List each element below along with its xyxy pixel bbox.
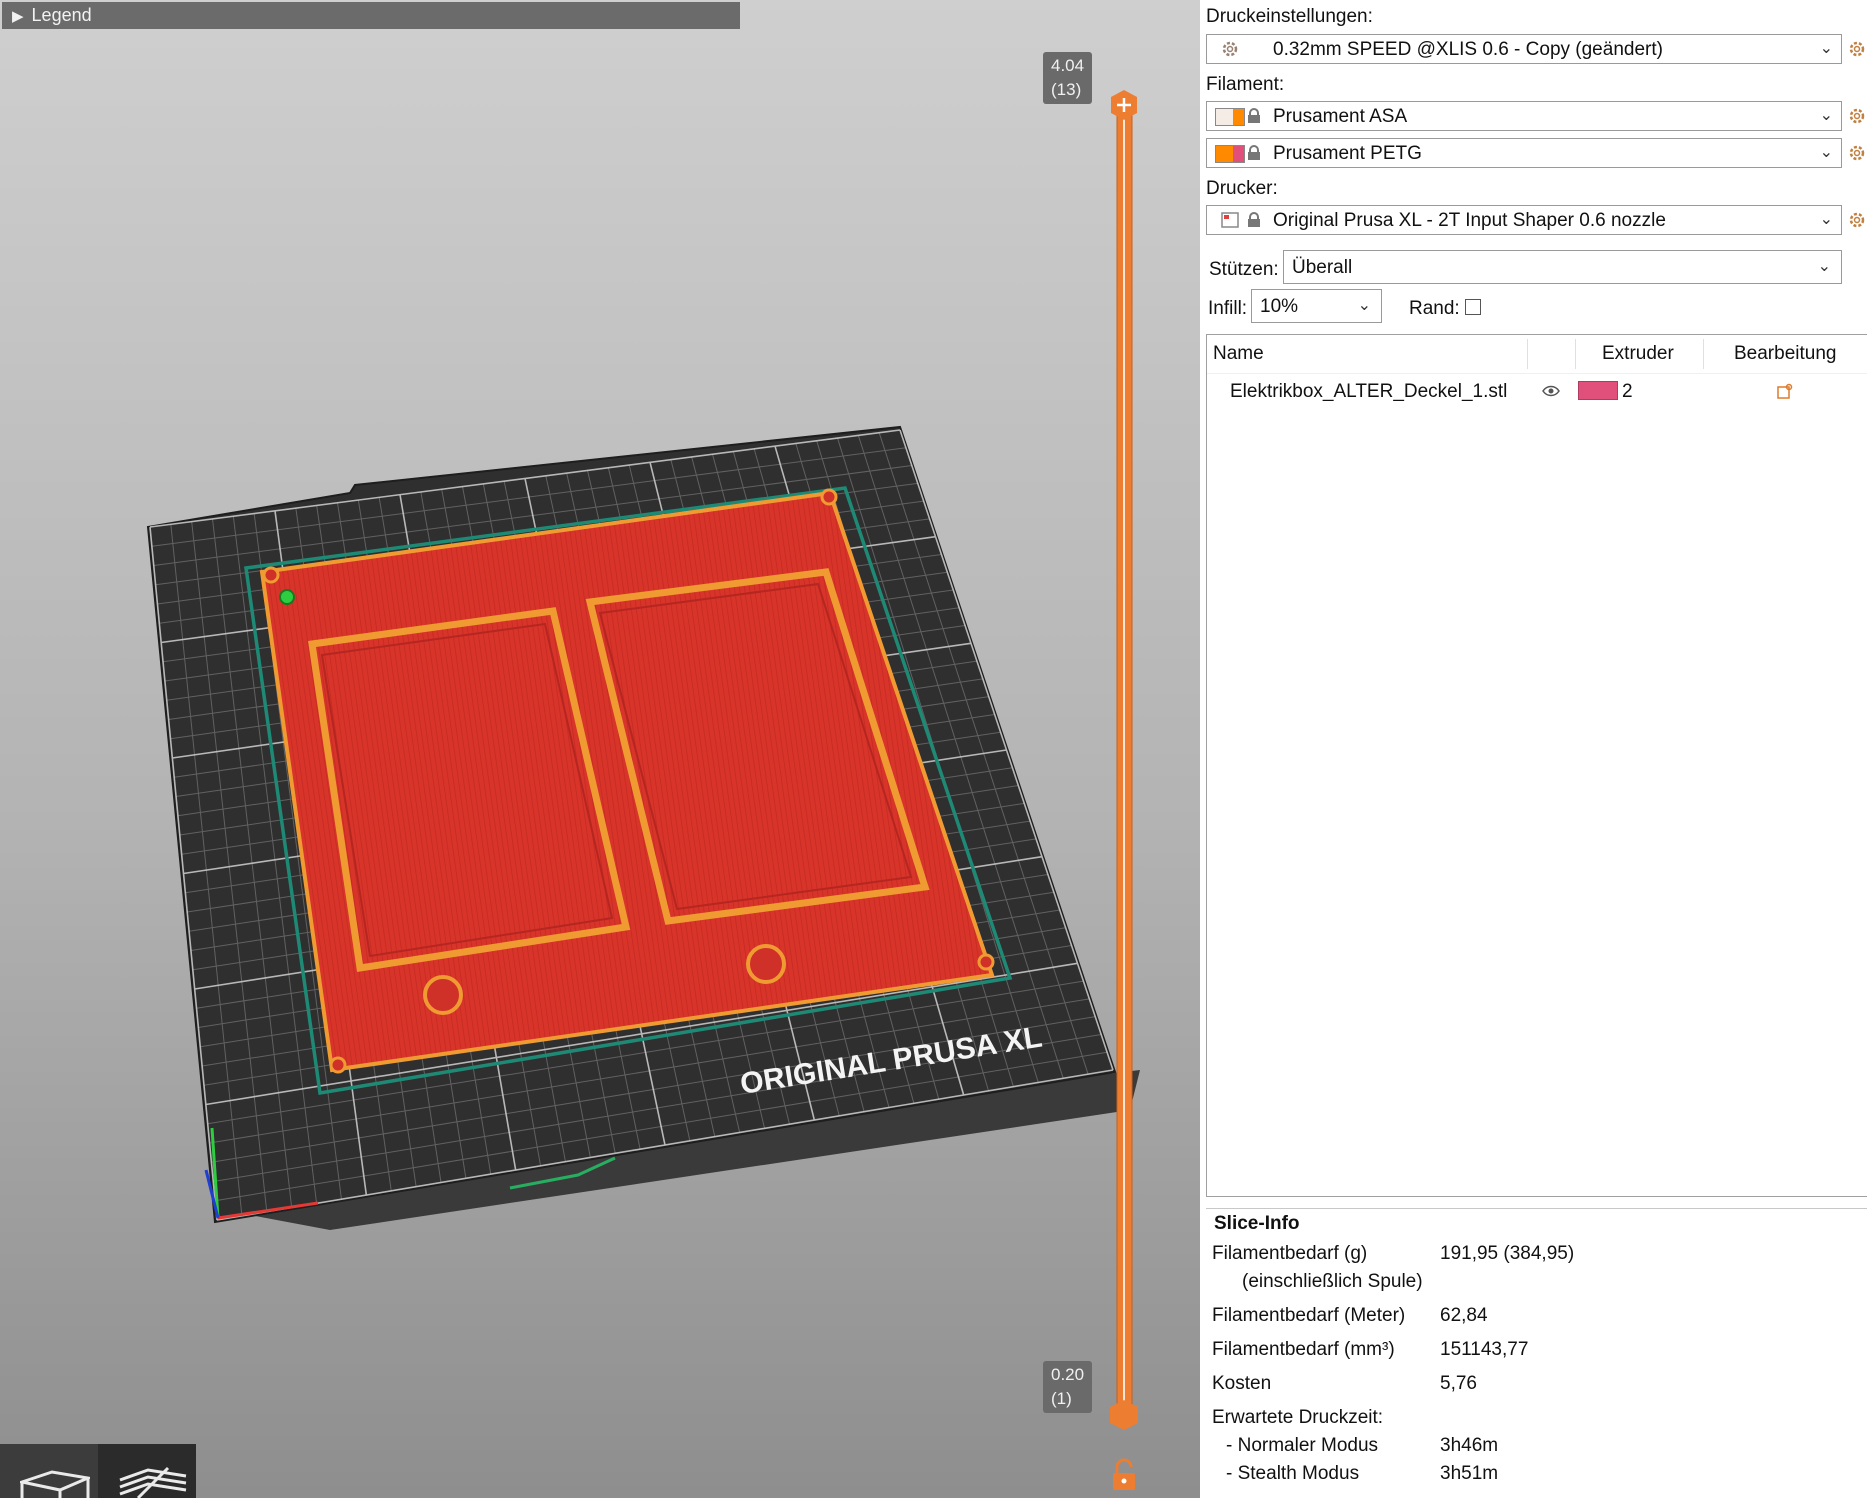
print-settings-label: Druckeinstellungen:	[1206, 6, 1373, 27]
filament-label: Filament:	[1206, 74, 1285, 95]
3d-view-button[interactable]	[0, 1444, 98, 1498]
layer-bottom-height: 0.20	[1051, 1365, 1085, 1384]
filament-weight-value: 191,95 (384,95)	[1440, 1243, 1575, 1264]
preview-button[interactable]	[98, 1444, 196, 1498]
layer-top-index: (13)	[1051, 80, 1082, 99]
hole	[820, 488, 838, 506]
settings-panel: Druckeinstellungen: 0.32mm SPEED @XLIS 0…	[1200, 0, 1867, 1498]
layer-top-height: 4.04	[1051, 56, 1085, 75]
supports-value: Überall	[1292, 257, 1353, 278]
print-time-label: Erwartete Druckzeit:	[1212, 1407, 1384, 1428]
chevron-down-icon: ⌄	[1819, 211, 1833, 228]
3d-viewport[interactable]: ORIGINAL PRUSA XL ▶ Legend 4.04 (13) 0.20	[0, 0, 1200, 1498]
chevron-down-icon: ⌄	[1357, 297, 1371, 314]
edit-icon[interactable]	[1777, 383, 1793, 399]
filament-2-value: Prusament PETG	[1273, 143, 1422, 164]
column-header-name[interactable]: Name	[1213, 343, 1264, 365]
layer-top-label: 4.04 (13)	[1043, 52, 1093, 104]
start-marker	[279, 589, 295, 605]
chevron-down-icon: ⌄	[1819, 144, 1833, 161]
expand-triangle-icon: ▶	[12, 8, 24, 25]
slice-info-title: Slice-Info	[1214, 1213, 1300, 1234]
legend-bar[interactable]: ▶ Legend	[2, 2, 740, 29]
hole	[423, 975, 463, 1015]
legend-label: Legend	[31, 5, 92, 25]
column-header-edit[interactable]: Bearbeitung	[1734, 343, 1836, 365]
supports-label: Stützen:	[1209, 259, 1279, 280]
filament-volume-value: 151143,77	[1440, 1339, 1529, 1360]
stealth-mode-label: - Stealth Modus	[1226, 1463, 1360, 1484]
printer-gear-icon[interactable]	[1848, 211, 1866, 229]
hole	[977, 953, 995, 971]
hole	[746, 944, 786, 984]
object-name: Elektrikbox_ALTER_Deckel_1.stl	[1230, 381, 1508, 402]
lock-icon	[1248, 212, 1260, 227]
filament-1-gear-icon[interactable]	[1848, 107, 1866, 125]
layer-slider-bottom-thumb[interactable]	[1110, 1400, 1138, 1430]
normal-mode-label: - Normaler Modus	[1226, 1435, 1379, 1456]
layer-bottom-index: (1)	[1051, 1389, 1072, 1408]
gear-icon	[1222, 41, 1238, 57]
infill-value: 10%	[1260, 296, 1299, 317]
chevron-down-icon: ⌄	[1819, 40, 1833, 57]
filament-2-color-swatch	[1215, 145, 1245, 163]
filament-weight-label: Filamentbedarf (g)	[1212, 1243, 1368, 1264]
printer-icon	[1221, 212, 1239, 228]
print-settings-gear-icon[interactable]	[1848, 40, 1866, 58]
filament-1-color-swatch	[1215, 108, 1245, 126]
object-list: Name Extruder Bearbeitung Elektrikbox_AL…	[1206, 334, 1867, 1197]
lock-icon	[1248, 145, 1260, 160]
layers-icon	[119, 1466, 187, 1498]
filament-length-value: 62,84	[1440, 1305, 1488, 1326]
brim-checkbox[interactable]	[1465, 299, 1481, 315]
filament-1-value: Prusament ASA	[1273, 106, 1408, 127]
chevron-down-icon: ⌄	[1819, 107, 1833, 124]
lock-icon	[1248, 108, 1260, 123]
infill-dropdown[interactable]: 10% ⌄	[1251, 289, 1382, 323]
printer-value: Original Prusa XL - 2T Input Shaper 0.6 …	[1273, 210, 1666, 231]
print-settings-value: 0.32mm SPEED @XLIS 0.6 - Copy (geändert)	[1273, 39, 1663, 60]
filament-2-gear-icon[interactable]	[1848, 144, 1866, 162]
stealth-mode-value: 3h51m	[1440, 1463, 1499, 1484]
filament-volume-label: Filamentbedarf (mm³)	[1212, 1339, 1395, 1360]
eye-icon[interactable]	[1542, 385, 1560, 397]
printer-label: Drucker:	[1206, 178, 1278, 199]
print-bed-scene: ORIGINAL PRUSA XL	[146, 90, 1140, 1490]
brim-label: Rand:	[1409, 298, 1460, 319]
printer-combo[interactable]: Original Prusa XL - 2T Input Shaper 0.6 …	[1206, 205, 1842, 235]
hole	[329, 1056, 347, 1074]
hole	[262, 566, 280, 584]
filament-2-combo[interactable]: Prusament PETG ⌄	[1206, 138, 1842, 168]
filament-1-combo[interactable]: Prusament ASA ⌄	[1206, 101, 1842, 131]
slice-info: Slice-Info Filamentbedarf (g) 191,95 (38…	[1206, 1208, 1867, 1498]
supports-dropdown[interactable]: Überall ⌄	[1283, 250, 1842, 284]
extruder-color-swatch	[1578, 381, 1618, 400]
chevron-down-icon: ⌄	[1817, 258, 1831, 275]
extruder-number[interactable]: 2	[1622, 381, 1633, 403]
infill-label: Infill:	[1208, 298, 1248, 319]
object-row[interactable]: Elektrikbox_ALTER_Deckel_1.stl 2	[1207, 377, 1867, 407]
filament-weight-note: (einschließlich Spule)	[1242, 1271, 1423, 1292]
layer-bottom-label: 0.20 (1)	[1043, 1361, 1093, 1413]
cost-value: 5,76	[1440, 1373, 1477, 1394]
layer-slider-top-thumb[interactable]	[1111, 90, 1137, 120]
view-mode-toggle	[0, 1444, 196, 1498]
column-header-extruder[interactable]: Extruder	[1602, 343, 1674, 365]
cost-label: Kosten	[1212, 1373, 1272, 1394]
cube-icon	[20, 1470, 90, 1498]
lock-icon[interactable]	[1113, 1458, 1135, 1490]
normal-mode-value: 3h46m	[1440, 1435, 1499, 1456]
filament-length-label: Filamentbedarf (Meter)	[1212, 1305, 1406, 1326]
print-settings-combo[interactable]: 0.32mm SPEED @XLIS 0.6 - Copy (geändert)…	[1206, 34, 1842, 64]
